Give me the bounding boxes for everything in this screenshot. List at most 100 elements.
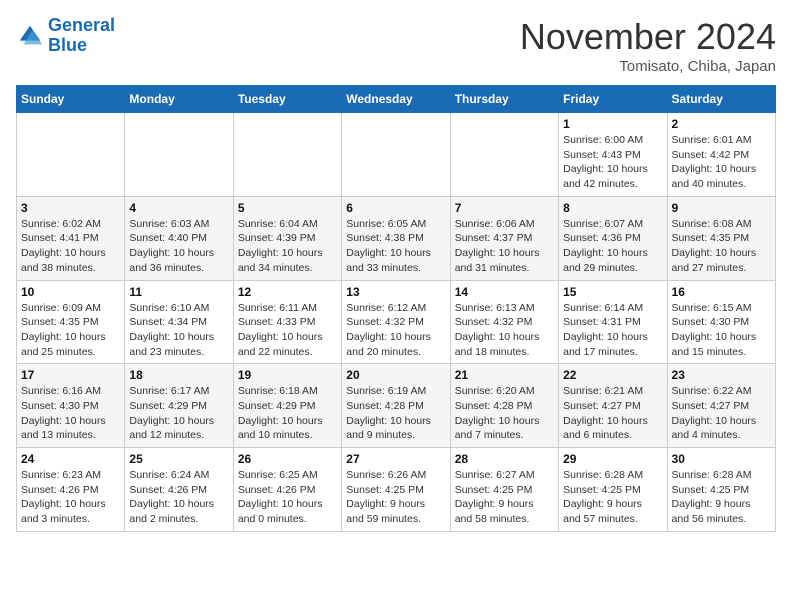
day-info: Sunrise: 6:20 AM Sunset: 4:28 PM Dayligh…	[455, 384, 554, 443]
calendar-cell: 16 Sunrise: 6:15 AM Sunset: 4:30 PM Dayli…	[667, 280, 775, 364]
calendar-cell: 2Sunrise: 6:01 AM Sunset: 4:42 PM Daylig…	[667, 113, 775, 197]
logo-text: General Blue	[48, 16, 115, 56]
day-number: 26	[238, 452, 337, 466]
day-number: 12	[238, 285, 337, 299]
day-info: Sunrise: 6:28 AM Sunset: 4:25 PM Dayligh…	[672, 468, 771, 527]
day-number: 28	[455, 452, 554, 466]
day-info: Sunrise: 6:27 AM Sunset: 4:25 PM Dayligh…	[455, 468, 554, 527]
day-number: 7	[455, 201, 554, 215]
day-info: Sunrise: 6:06 AM Sunset: 4:37 PM Dayligh…	[455, 217, 554, 276]
day-number: 24	[21, 452, 120, 466]
day-info: Sunrise: 6:05 AM Sunset: 4:38 PM Dayligh…	[346, 217, 445, 276]
day-info: Sunrise: 6:21 AM Sunset: 4:27 PM Dayligh…	[563, 384, 662, 443]
day-info: Sunrise: 6:13 AM Sunset: 4:32 PM Dayligh…	[455, 301, 554, 360]
calendar-cell: 7 Sunrise: 6:06 AM Sunset: 4:37 PM Daylig…	[450, 196, 558, 280]
header-wednesday: Wednesday	[342, 86, 450, 113]
header-saturday: Saturday	[667, 86, 775, 113]
day-number: 3	[21, 201, 120, 215]
day-number: 6	[346, 201, 445, 215]
header-tuesday: Tuesday	[233, 86, 341, 113]
location: Tomisato, Chiba, Japan	[520, 58, 776, 75]
calendar-cell	[125, 113, 233, 197]
calendar-header: SundayMondayTuesdayWednesdayThursdayFrid…	[17, 86, 776, 113]
calendar-body: 1 Sunrise: 6:00 AM Sunset: 4:43 PM Daylig…	[17, 113, 776, 532]
calendar-cell: 18Sunrise: 6:17 AM Sunset: 4:29 PM Dayli…	[125, 364, 233, 448]
day-info: Sunrise: 6:25 AM Sunset: 4:26 PM Dayligh…	[238, 468, 337, 527]
day-info: Sunrise: 6:26 AM Sunset: 4:25 PM Dayligh…	[346, 468, 445, 527]
logo-icon	[16, 22, 44, 50]
day-info: Sunrise: 6:03 AM Sunset: 4:40 PM Dayligh…	[129, 217, 228, 276]
calendar-cell: 19 Sunrise: 6:18 AM Sunset: 4:29 PM Dayli…	[233, 364, 341, 448]
calendar-cell: 5Sunrise: 6:04 AM Sunset: 4:39 PM Daylig…	[233, 196, 341, 280]
calendar-cell: 22 Sunrise: 6:21 AM Sunset: 4:27 PM Dayli…	[559, 364, 667, 448]
calendar-cell: 9Sunrise: 6:08 AM Sunset: 4:35 PM Daylig…	[667, 196, 775, 280]
day-number: 22	[563, 368, 662, 382]
day-info: Sunrise: 6:16 AM Sunset: 4:30 PM Dayligh…	[21, 384, 120, 443]
calendar-cell: 15 Sunrise: 6:14 AM Sunset: 4:31 PM Dayli…	[559, 280, 667, 364]
calendar-cell	[233, 113, 341, 197]
day-number: 25	[129, 452, 228, 466]
day-number: 16	[672, 285, 771, 299]
day-number: 15	[563, 285, 662, 299]
day-number: 14	[455, 285, 554, 299]
calendar-cell: 8 Sunrise: 6:07 AM Sunset: 4:36 PM Daylig…	[559, 196, 667, 280]
week-row-0: 1 Sunrise: 6:00 AM Sunset: 4:43 PM Daylig…	[17, 113, 776, 197]
calendar-cell: 25Sunrise: 6:24 AM Sunset: 4:26 PM Dayli…	[125, 448, 233, 532]
calendar-cell: 10Sunrise: 6:09 AM Sunset: 4:35 PM Dayli…	[17, 280, 125, 364]
day-number: 23	[672, 368, 771, 382]
day-number: 19	[238, 368, 337, 382]
day-info: Sunrise: 6:10 AM Sunset: 4:34 PM Dayligh…	[129, 301, 228, 360]
month-title: November 2024	[520, 16, 776, 58]
calendar-cell: 23 Sunrise: 6:22 AM Sunset: 4:27 PM Dayli…	[667, 364, 775, 448]
day-number: 13	[346, 285, 445, 299]
calendar-cell	[17, 113, 125, 197]
day-number: 21	[455, 368, 554, 382]
logo-line1: General	[48, 15, 115, 35]
day-number: 4	[129, 201, 228, 215]
day-number: 11	[129, 285, 228, 299]
day-info: Sunrise: 6:02 AM Sunset: 4:41 PM Dayligh…	[21, 217, 120, 276]
logo-line2: Blue	[48, 35, 87, 55]
header-row: SundayMondayTuesdayWednesdayThursdayFrid…	[17, 86, 776, 113]
day-info: Sunrise: 6:18 AM Sunset: 4:29 PM Dayligh…	[238, 384, 337, 443]
day-info: Sunrise: 6:11 AM Sunset: 4:33 PM Dayligh…	[238, 301, 337, 360]
calendar-cell: 27Sunrise: 6:26 AM Sunset: 4:25 PM Dayli…	[342, 448, 450, 532]
day-number: 8	[563, 201, 662, 215]
calendar-cell: 13 Sunrise: 6:12 AM Sunset: 4:32 PM Dayli…	[342, 280, 450, 364]
header-sunday: Sunday	[17, 86, 125, 113]
calendar-cell: 17 Sunrise: 6:16 AM Sunset: 4:30 PM Dayli…	[17, 364, 125, 448]
day-info: Sunrise: 6:28 AM Sunset: 4:25 PM Dayligh…	[563, 468, 662, 527]
day-info: Sunrise: 6:22 AM Sunset: 4:27 PM Dayligh…	[672, 384, 771, 443]
day-number: 1	[563, 117, 662, 131]
calendar-cell: 21 Sunrise: 6:20 AM Sunset: 4:28 PM Dayli…	[450, 364, 558, 448]
title-block: November 2024 Tomisato, Chiba, Japan	[520, 16, 776, 75]
day-number: 30	[672, 452, 771, 466]
calendar-cell	[450, 113, 558, 197]
day-number: 10	[21, 285, 120, 299]
calendar-cell: 12 Sunrise: 6:11 AM Sunset: 4:33 PM Dayli…	[233, 280, 341, 364]
day-number: 18	[129, 368, 228, 382]
calendar-cell: 4 Sunrise: 6:03 AM Sunset: 4:40 PM Daylig…	[125, 196, 233, 280]
calendar-cell	[342, 113, 450, 197]
calendar-cell: 6 Sunrise: 6:05 AM Sunset: 4:38 PM Daylig…	[342, 196, 450, 280]
header-monday: Monday	[125, 86, 233, 113]
day-number: 17	[21, 368, 120, 382]
calendar-table: SundayMondayTuesdayWednesdayThursdayFrid…	[16, 85, 776, 532]
day-info: Sunrise: 6:12 AM Sunset: 4:32 PM Dayligh…	[346, 301, 445, 360]
day-info: Sunrise: 6:15 AM Sunset: 4:30 PM Dayligh…	[672, 301, 771, 360]
calendar-cell: 14 Sunrise: 6:13 AM Sunset: 4:32 PM Dayli…	[450, 280, 558, 364]
week-row-1: 3 Sunrise: 6:02 AM Sunset: 4:41 PM Daylig…	[17, 196, 776, 280]
day-number: 5	[238, 201, 337, 215]
header-friday: Friday	[559, 86, 667, 113]
day-info: Sunrise: 6:00 AM Sunset: 4:43 PM Dayligh…	[563, 133, 662, 192]
week-row-3: 17 Sunrise: 6:16 AM Sunset: 4:30 PM Dayli…	[17, 364, 776, 448]
day-info: Sunrise: 6:07 AM Sunset: 4:36 PM Dayligh…	[563, 217, 662, 276]
day-info: Sunrise: 6:19 AM Sunset: 4:28 PM Dayligh…	[346, 384, 445, 443]
calendar-cell: 11 Sunrise: 6:10 AM Sunset: 4:34 PM Dayli…	[125, 280, 233, 364]
header-thursday: Thursday	[450, 86, 558, 113]
calendar-cell: 26 Sunrise: 6:25 AM Sunset: 4:26 PM Dayli…	[233, 448, 341, 532]
day-number: 29	[563, 452, 662, 466]
day-info: Sunrise: 6:14 AM Sunset: 4:31 PM Dayligh…	[563, 301, 662, 360]
page-header: General Blue November 2024 Tomisato, Chi…	[16, 16, 776, 75]
day-number: 2	[672, 117, 771, 131]
